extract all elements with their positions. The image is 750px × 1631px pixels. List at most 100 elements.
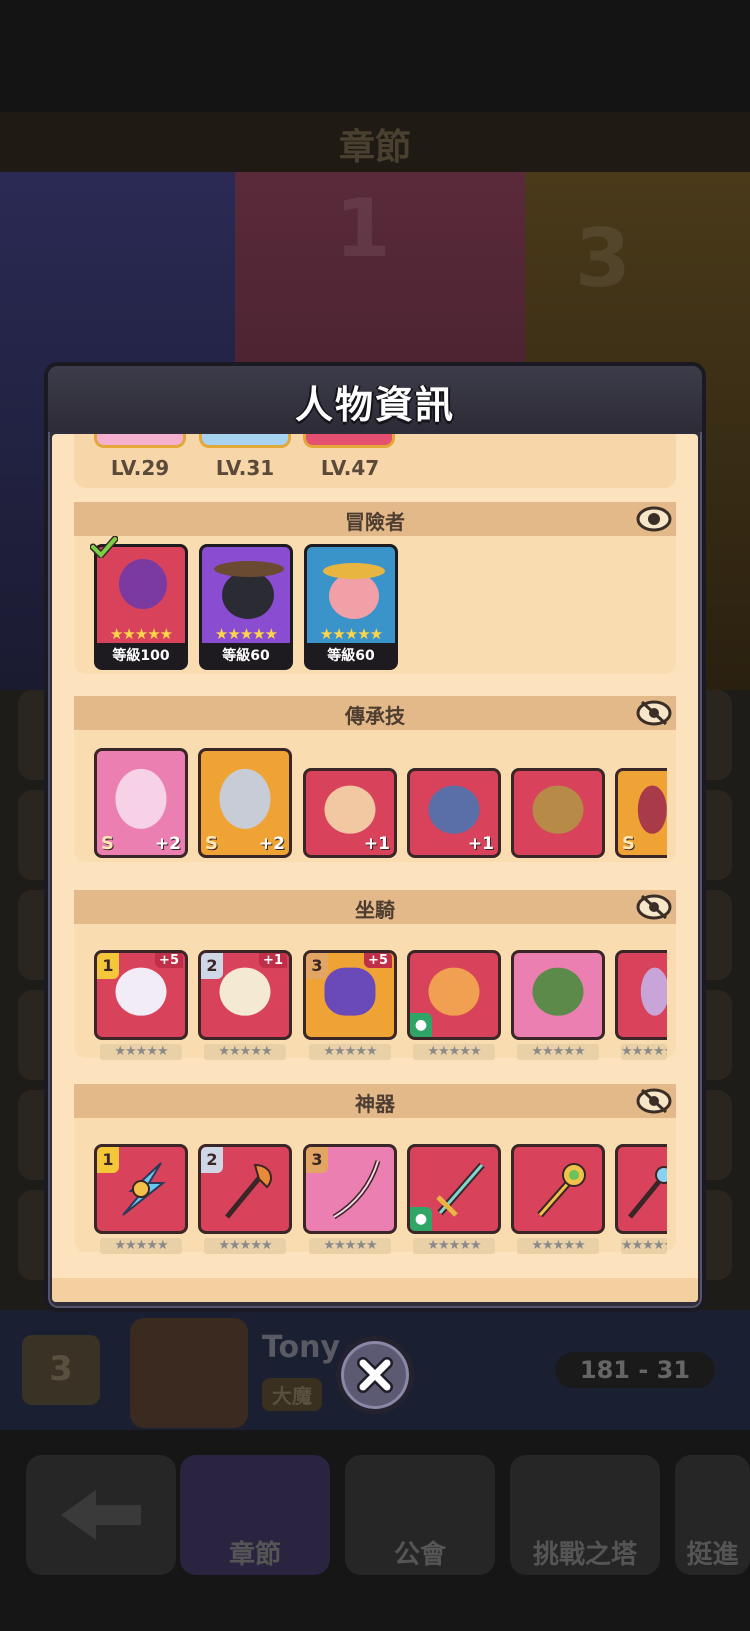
bg-back-button [26,1455,176,1575]
artifact-stars: ★★★★★ [100,1238,182,1254]
legacy-skill-tile[interactable]: +1 [303,768,397,858]
mount-tile[interactable]: 1 +5 [94,950,188,1040]
bg-nav-chapter: 章節 [180,1455,330,1575]
section-header: 傳承技 [74,696,676,730]
top-section-card: LV.29 LV.31 LV.47 [74,434,676,488]
adventurer-art [119,559,167,609]
eye-icon[interactable] [636,504,672,534]
mount-rank: 2 [201,953,223,979]
katana-icon [332,1160,381,1220]
skill-art [532,785,584,834]
person-icon: ● [410,1013,432,1037]
top-level-label: LV.47 [320,456,380,480]
bg-player-tag: 大魔 [262,1378,322,1411]
mount-stars: ★★★★★ [204,1044,286,1060]
section-title: 神器 [355,1092,395,1116]
bg-banner-number: 1 [335,182,391,275]
mount-stars: ★★★★★ [517,1044,599,1060]
bg-crown-rank: 3 [49,1349,73,1389]
adventurer-art [222,571,274,619]
legacy-skill-tile[interactable]: +1 [407,768,501,858]
artifact-stars: ★★★★★ [413,1238,495,1254]
mount-tile[interactable] [615,950,667,1040]
bg-player-avatar [130,1318,248,1428]
mount-stars: ★★★★★ [309,1044,391,1060]
eye-off-icon[interactable] [636,892,672,922]
skill-grade: S [622,833,635,854]
mount-art [428,967,480,1016]
skill-art [115,768,167,829]
mount-tile[interactable]: 2 +1 [198,950,292,1040]
skill-plus: +1 [467,834,494,854]
mount-art [640,967,667,1016]
bg-player-name: Tony [262,1330,341,1365]
section-title: 傳承技 [345,704,405,728]
section-title: 冒險者 [345,510,405,534]
mount-art [532,967,584,1016]
legacy-skill-tile[interactable]: S +2 [198,748,292,858]
skill-plus: +2 [154,834,181,854]
section-header: 神器 [74,1084,676,1118]
artifact-rank: 3 [306,1147,328,1173]
artifact-tile[interactable]: ● [407,1144,501,1234]
artifact-stars: ★★★★★ [309,1238,391,1254]
artifact-tile[interactable] [615,1144,667,1234]
skill-art [219,768,271,829]
adventurer-card[interactable]: ★★★★★ 等級60 [199,544,293,670]
modal-scroll-area[interactable]: LV.29 LV.31 LV.47 冒險者 ★★★★★ 等級100 ★★★★★ … [52,434,698,1302]
adventurer-hat [323,563,385,579]
mount-tile[interactable]: ● [407,950,501,1040]
adventurer-card[interactable]: ★★★★★ 等級100 [94,544,188,670]
adventurer-hat [214,561,284,577]
arrow-left-icon [61,1490,141,1540]
mount-tile[interactable] [511,950,605,1040]
section-header: 坐騎 [74,890,676,924]
skill-grade: S [101,833,114,854]
mount-art [219,967,271,1016]
top-level-label: LV.31 [215,456,275,480]
adventurer-level: 等級60 [222,648,270,664]
top-level-label: LV.29 [110,456,170,480]
bg-score: 181 - 31 [555,1352,715,1388]
bg-banner-number: 3 [575,212,631,305]
close-button[interactable] [336,1336,414,1414]
adventurer-stars: ★★★★★ [109,625,173,643]
skill-art [428,785,480,834]
mount-stars: ★★★★★ [413,1044,495,1060]
legacy-skill-tile[interactable]: S [615,768,667,858]
lightning-icon [122,1162,166,1216]
check-icon [90,536,118,558]
artifact-tile[interactable]: 2 [198,1144,292,1234]
adventurer-level: 等級100 [112,648,170,664]
eye-off-icon[interactable] [636,1086,672,1116]
mount-plus: +5 [155,953,183,968]
legacy-skill-tile[interactable]: S +2 [94,748,188,858]
mount-tile[interactable]: 3 +5 [303,950,397,1040]
mount-art [115,967,167,1016]
adventurer-art [329,573,379,619]
artifact-stars: ★★★★★ [621,1238,667,1254]
mount-stars: ★★★★★ [100,1044,182,1060]
artifact-tile[interactable]: 3 [303,1144,397,1234]
legacy-skill-tile[interactable] [511,768,605,858]
bg-crown-icon: 3 [22,1335,100,1405]
top-tile [303,434,395,448]
artifact-stars: ★★★★★ [517,1238,599,1254]
skill-plus: +2 [258,834,285,854]
bg-nav-guild: 公會 [345,1455,495,1575]
skill-plus: +1 [363,834,390,854]
eye-off-icon[interactable] [636,698,672,728]
adventurer-card[interactable]: ★★★★★ 等級60 [304,544,398,670]
skill-grade: S [205,833,218,854]
bg-nav-advance: 挺進 [675,1455,750,1575]
artifact-tile[interactable]: 1 [94,1144,188,1234]
skill-art [324,785,376,834]
adventurer-stars: ★★★★★ [319,625,383,643]
adventurer-stars: ★★★★★ [214,625,278,643]
skill-art [638,785,667,834]
section-header: 冒險者 [74,502,676,536]
character-info-modal: 人物資訊 LV.29 LV.31 LV.47 冒險者 ★★★★★ 等級100 ★… [44,362,706,1312]
artifact-tile[interactable] [511,1144,605,1234]
section-title: 坐騎 [355,898,395,922]
mount-rank: 3 [306,953,328,979]
